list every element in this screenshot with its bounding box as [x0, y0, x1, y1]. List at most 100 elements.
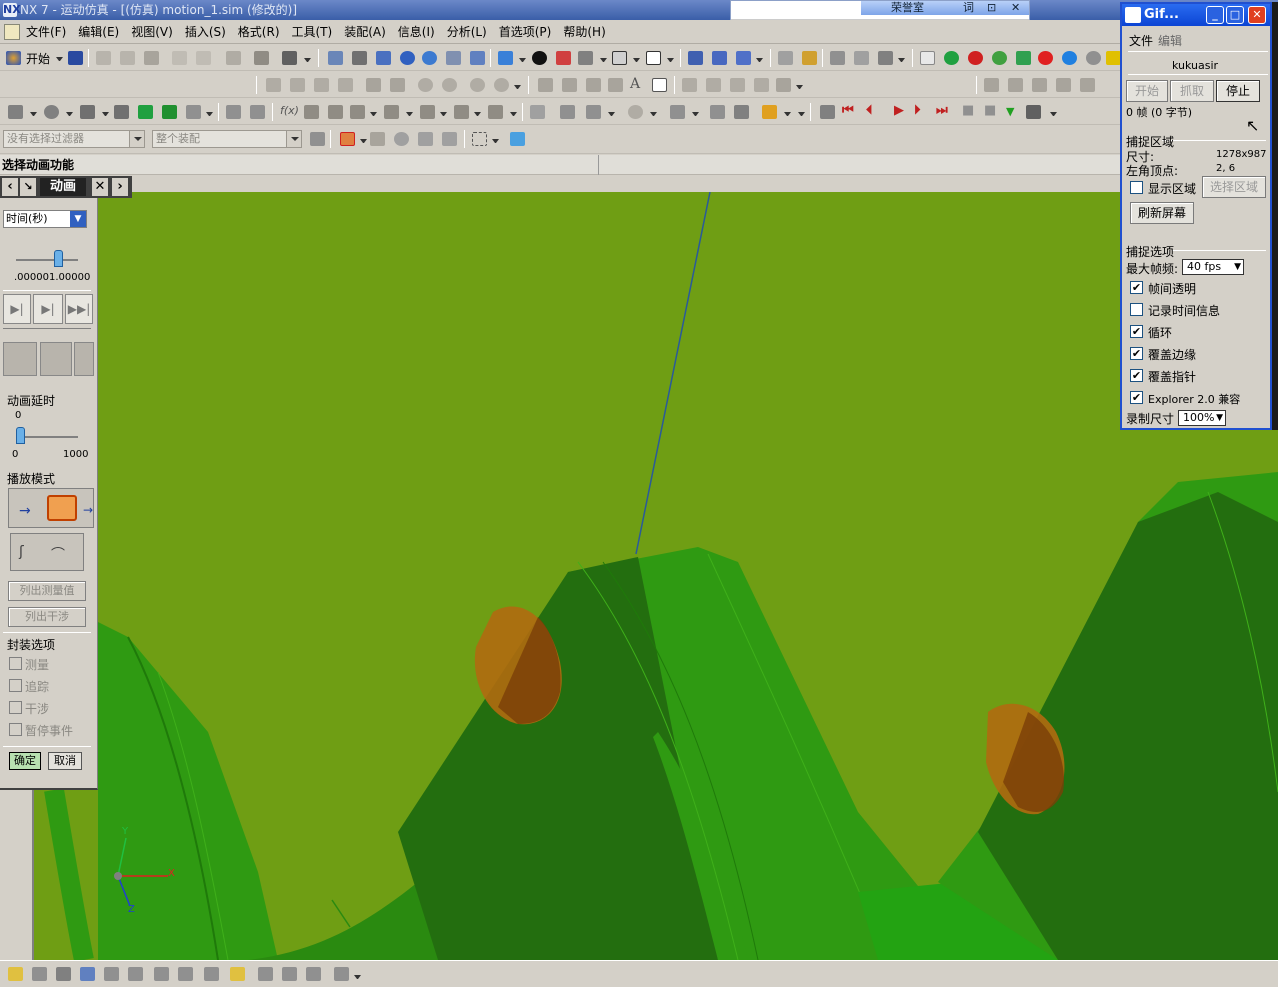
shaded-view-icon[interactable] — [498, 51, 513, 65]
arc-icon[interactable] — [366, 78, 381, 92]
pause-event-checkbox[interactable] — [9, 723, 22, 736]
selection-filter-combo[interactable]: 没有选择过滤器 — [3, 130, 145, 148]
polyline-icon[interactable] — [290, 78, 305, 92]
curve-tool4-icon[interactable] — [1056, 78, 1071, 92]
select-area-button[interactable]: 选择区域 — [1202, 176, 1266, 198]
edge-checkbox[interactable]: ✔ — [1130, 347, 1143, 360]
resource-icon-3[interactable] — [56, 967, 71, 981]
hole-icon[interactable] — [226, 105, 241, 119]
section-icon[interactable] — [556, 51, 571, 65]
step-back-icon[interactable]: ⏴ — [866, 103, 873, 118]
line-icon[interactable] — [266, 78, 281, 92]
section-body-icon[interactable] — [710, 105, 725, 119]
resource-icon-8[interactable] — [178, 967, 193, 981]
rotate-icon[interactable] — [422, 51, 437, 65]
unite-icon[interactable] — [138, 105, 153, 119]
cancel-button[interactable]: 取消 — [48, 752, 82, 770]
step-forward-button[interactable]: ▶| — [3, 294, 31, 324]
trace-checkbox[interactable] — [9, 679, 22, 692]
select-all-icon[interactable] — [510, 132, 525, 146]
refresh-screen-button[interactable]: 刷新屏幕 — [1130, 202, 1194, 224]
connector-icon[interactable] — [1016, 51, 1031, 65]
curve-tool3-icon[interactable] — [1032, 78, 1047, 92]
measure-checkbox[interactable] — [9, 657, 22, 670]
menu-item[interactable]: 帮助(H) — [557, 20, 611, 44]
pause-icon[interactable]: ■ — [962, 103, 974, 118]
start-icon[interactable] — [6, 51, 21, 65]
environment-icon[interactable] — [944, 51, 959, 65]
graphics-viewport[interactable]: Y X Z — [98, 192, 1278, 960]
resource-icon-11[interactable] — [258, 967, 273, 981]
curve-arc-icon[interactable] — [562, 78, 577, 92]
motion-table-icon[interactable] — [820, 105, 835, 119]
record-size-select[interactable]: 100% ▼ — [1178, 410, 1226, 426]
finish-flag-icon[interactable] — [1026, 105, 1041, 119]
animation-icon[interactable] — [762, 105, 777, 119]
selection-scope-combo[interactable]: 整个装配 — [152, 130, 302, 148]
boss-icon[interactable] — [250, 105, 265, 119]
list-interference-button[interactable]: 列出干涉 — [8, 607, 86, 627]
sketch-icon[interactable] — [778, 51, 793, 65]
overlay-tab-box[interactable]: ⊡ — [987, 1, 996, 15]
menu-item[interactable]: 装配(A) — [338, 20, 392, 44]
play-pingpong-icon[interactable]: → — [83, 503, 93, 517]
menu-item[interactable]: 视图(V) — [125, 20, 179, 44]
resource-icon-6[interactable] — [128, 967, 143, 981]
next-frame-button[interactable]: ▶| — [33, 294, 63, 324]
menu-item[interactable]: 工具(T) — [286, 20, 339, 44]
ok-button[interactable]: 确定 — [9, 752, 41, 770]
cylinder-icon[interactable] — [44, 105, 59, 119]
loop-arrow-icon[interactable]: ▼ — [1006, 105, 1014, 118]
offset-face-icon[interactable] — [586, 105, 601, 119]
resource-icon-5[interactable] — [104, 967, 119, 981]
damper-icon[interactable] — [1062, 51, 1077, 65]
redo-icon[interactable] — [196, 51, 211, 65]
zoom-in-icon[interactable] — [400, 51, 415, 65]
move-icon[interactable] — [736, 51, 751, 65]
constraint-icon[interactable] — [670, 105, 685, 119]
rewind-start-icon[interactable]: ⏮ — [842, 103, 854, 118]
delay-slider-thumb[interactable] — [16, 427, 25, 444]
point-set-icon[interactable] — [494, 78, 509, 92]
forward-end-icon[interactable]: ⏭ — [936, 103, 948, 118]
trace-button[interactable] — [40, 342, 72, 376]
panel-prev-icon[interactable]: ‹ — [2, 178, 18, 196]
menu-item[interactable]: 首选项(P) — [493, 20, 558, 44]
panel-close-icon[interactable]: ✕ — [92, 178, 108, 196]
edit-object-icon[interactable] — [226, 51, 241, 65]
edit-curve-icon[interactable] — [776, 78, 791, 92]
step-forward-icon[interactable]: ⏵ — [914, 103, 921, 118]
overlay-close-icon[interactable]: ✕ — [1011, 1, 1020, 15]
intersect-icon[interactable] — [186, 105, 201, 119]
loop-checkbox[interactable]: ✔ — [1130, 325, 1143, 338]
revolve-icon[interactable] — [114, 105, 129, 119]
spring-icon[interactable] — [1038, 51, 1053, 65]
extrude-icon[interactable] — [80, 105, 95, 119]
trace-mode2-icon[interactable]: ⌒ — [51, 544, 65, 564]
menu-item[interactable]: 信息(I) — [392, 20, 441, 44]
chamfer-icon[interactable] — [328, 105, 343, 119]
gif-menu-file[interactable]: 文件 — [1129, 32, 1153, 49]
rectangle-select-icon[interactable] — [472, 132, 487, 146]
curve-tool1-icon[interactable] — [984, 78, 999, 92]
start-button[interactable]: 开始 — [26, 50, 50, 67]
replace-face-icon[interactable] — [560, 105, 575, 119]
resource-icon-4[interactable] — [80, 967, 95, 981]
select-body-icon[interactable] — [442, 132, 457, 146]
gif-grab-button[interactable]: 抓取 — [1170, 80, 1214, 102]
curve-line-icon[interactable] — [538, 78, 553, 92]
circle2-icon[interactable] — [442, 78, 457, 92]
resource-icon-7[interactable] — [154, 967, 169, 981]
play-icon[interactable]: ▶ — [894, 103, 904, 118]
pattern-icon[interactable] — [420, 105, 435, 119]
fast-forward-button[interactable]: ▶▶| — [65, 294, 93, 324]
undo-icon[interactable] — [172, 51, 187, 65]
text-icon[interactable]: A — [630, 76, 640, 92]
fit-icon[interactable] — [328, 51, 343, 65]
trim-body-icon[interactable] — [488, 105, 503, 119]
paste-icon[interactable] — [144, 51, 159, 65]
list-measure-button[interactable]: 列出测量值 — [8, 581, 86, 601]
thicken-icon[interactable] — [734, 105, 749, 119]
resource-icon-12[interactable] — [282, 967, 297, 981]
perspective-icon[interactable] — [470, 51, 485, 65]
